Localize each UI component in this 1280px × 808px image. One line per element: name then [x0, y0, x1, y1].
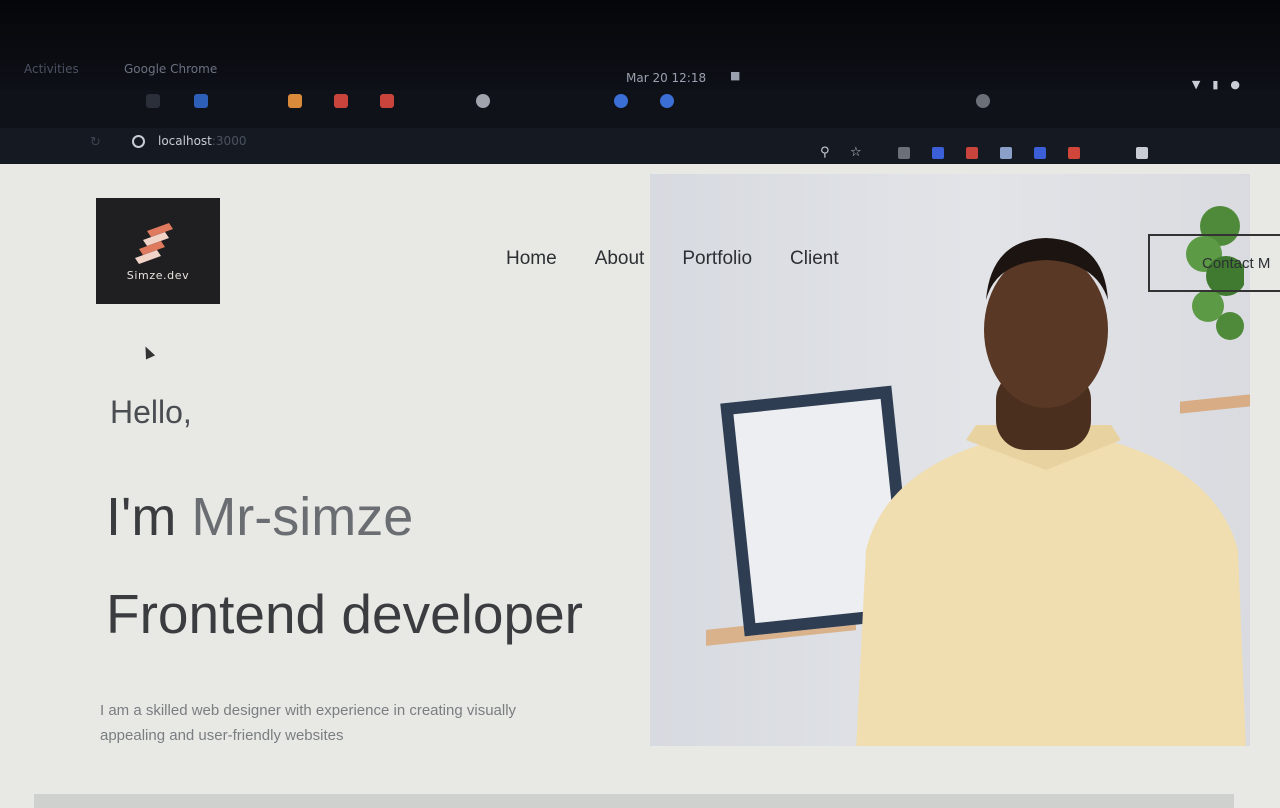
activities-button[interactable]: Activities: [24, 62, 79, 76]
extension-icon-5[interactable]: [1034, 147, 1046, 159]
extension-icon-2[interactable]: [932, 147, 944, 159]
tab-favicon-5[interactable]: [380, 94, 394, 108]
extensions-puzzle-icon[interactable]: [1136, 147, 1148, 159]
extension-icon-6[interactable]: [1068, 147, 1080, 159]
hero-description: I am a skilled web designer with experie…: [100, 702, 517, 744]
tab-favicon-9[interactable]: [976, 94, 990, 108]
hero-greeting: Hello,: [110, 394, 192, 430]
notification-icon: ■: [730, 69, 741, 82]
logo-stairs-icon: [135, 222, 173, 264]
site-logo[interactable]: Simze.dev: [96, 198, 220, 304]
tab-favicon-2[interactable]: [194, 94, 208, 108]
tab-favicon-3[interactable]: [288, 94, 302, 108]
extension-icon-4[interactable]: [1000, 147, 1012, 159]
tab-favicon-6[interactable]: [476, 94, 490, 108]
zoom-icon[interactable]: ⚲: [820, 145, 830, 160]
hero-role: Frontend developer: [106, 583, 583, 645]
tab-favicon-4[interactable]: [334, 94, 348, 108]
extension-icon-1[interactable]: [898, 147, 910, 159]
nav-about[interactable]: About: [595, 248, 645, 270]
person-figure: [856, 238, 1246, 746]
contact-button[interactable]: Contact M: [1148, 234, 1280, 292]
url-field[interactable]: localhost:3000: [158, 134, 246, 148]
nav-client[interactable]: Client: [790, 248, 839, 270]
clock[interactable]: Mar 20 12:18: [626, 71, 706, 85]
mouse-cursor: [140, 344, 156, 360]
page-viewport: Simze.dev Home About Portfolio Client Co…: [0, 164, 1280, 808]
intro-prefix: I'm: [106, 487, 192, 547]
intro-name: Mr-simze: [191, 487, 414, 547]
nav-home[interactable]: Home: [506, 248, 557, 270]
app-menu[interactable]: Google Chrome: [124, 62, 217, 76]
nav-portfolio[interactable]: Portfolio: [682, 248, 752, 270]
reload-icon[interactable]: ↻: [90, 135, 101, 150]
horizontal-scrollbar[interactable]: [34, 794, 1234, 808]
url-host: localhost: [158, 134, 212, 148]
tab-favicon-8[interactable]: [660, 94, 674, 108]
tab-favicon-7[interactable]: [614, 94, 628, 108]
tab-strip: [0, 90, 1280, 128]
hero-intro: I'm Mr-simze: [106, 486, 413, 548]
site-info-icon[interactable]: [132, 135, 145, 148]
main-nav: Home About Portfolio Client: [506, 248, 839, 270]
extension-icon-3[interactable]: [966, 147, 978, 159]
bookmark-star-icon[interactable]: ☆: [850, 145, 862, 160]
tab-favicon-1[interactable]: [146, 94, 160, 108]
logo-text: Simze.dev: [126, 268, 190, 282]
url-port: :3000: [211, 134, 247, 148]
